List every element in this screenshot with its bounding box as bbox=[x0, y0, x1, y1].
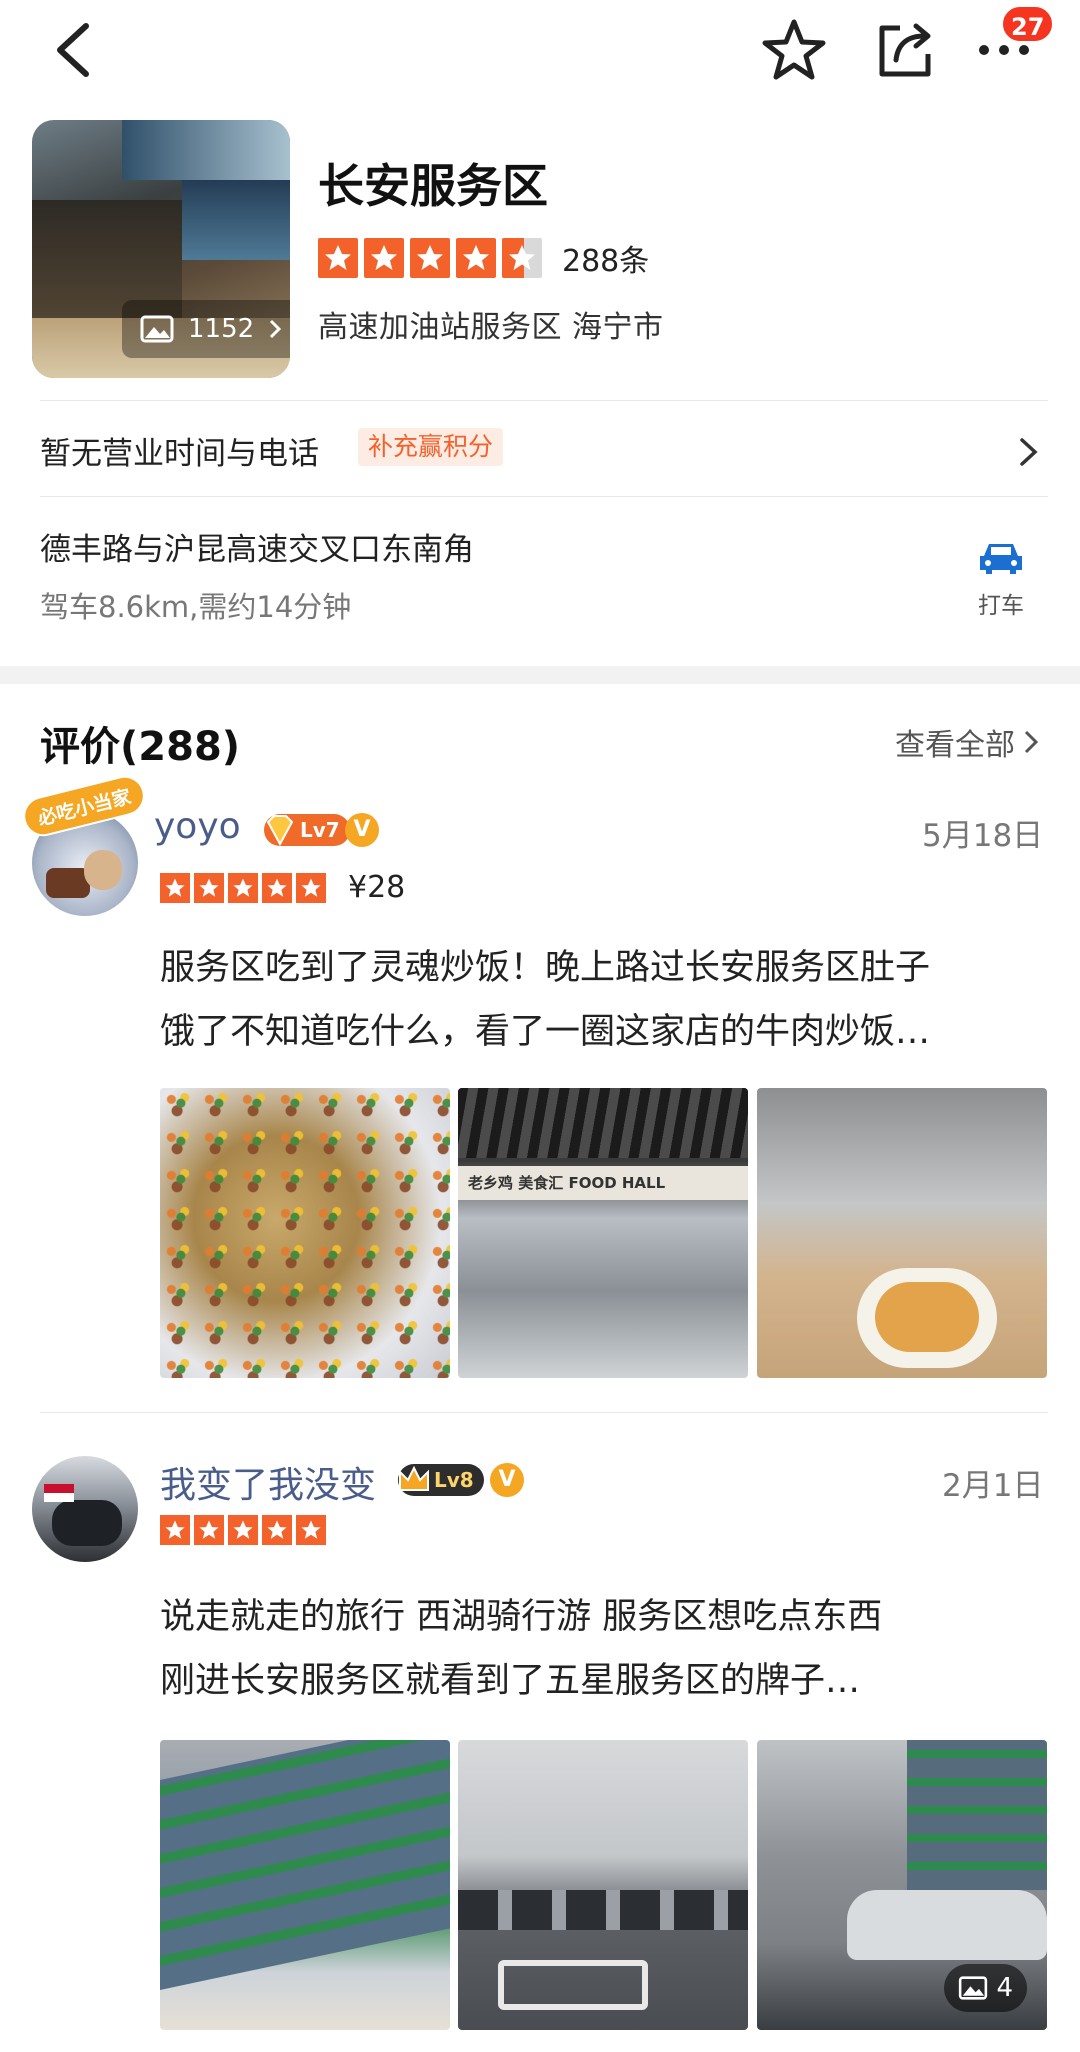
taxi-label: 打车 bbox=[978, 593, 1024, 619]
divider bbox=[40, 400, 1048, 401]
review-username[interactable]: yoyo bbox=[154, 806, 241, 847]
reviews-title: 评价(288) bbox=[40, 724, 241, 770]
back-icon[interactable] bbox=[48, 18, 108, 82]
review-photo[interactable] bbox=[757, 1088, 1047, 1378]
review-stars bbox=[160, 1515, 326, 1545]
image-count: 4 bbox=[944, 1964, 1027, 2012]
review-username[interactable]: 我变了我没变 bbox=[160, 1456, 376, 1508]
review-photo[interactable]: 4 bbox=[757, 1740, 1047, 2030]
review-date: 2月1日 bbox=[942, 1468, 1044, 1504]
view-all-label: 查看全部 bbox=[895, 728, 1015, 763]
rating-stars: 288条 bbox=[318, 236, 649, 280]
review-stars bbox=[160, 873, 326, 903]
star-icon[interactable] bbox=[760, 16, 828, 84]
chevron-right-icon bbox=[270, 319, 282, 339]
rating-star bbox=[410, 238, 450, 278]
address-text[interactable]: 德丰路与沪昆高速交叉口东南角 bbox=[40, 524, 474, 569]
review-date: 5月18日 bbox=[922, 818, 1044, 854]
verified-icon: V bbox=[490, 1463, 524, 1497]
level-label: Lv7 bbox=[300, 818, 340, 842]
cover-photo[interactable]: 1152 bbox=[32, 120, 290, 378]
level-badge: Lv8 bbox=[398, 1464, 484, 1496]
rating-star bbox=[456, 238, 496, 278]
distance-text: 驾车8.6km,需约14分钟 bbox=[40, 590, 352, 624]
bonus-tag[interactable]: 补充赢积分 bbox=[358, 428, 504, 466]
review-star bbox=[194, 873, 224, 903]
review-photo[interactable] bbox=[160, 1740, 450, 2030]
place-title: 长安服务区 bbox=[318, 159, 548, 213]
review-text[interactable]: 服务区吃到了灵魂炒饭！晚上路过长安服务区肚子 饿了不知道吃什么，看了一圈这家店的… bbox=[160, 936, 1050, 1064]
place-category: 高速加油站服务区 海宁市 bbox=[318, 310, 664, 345]
review-photo[interactable]: 老乡鸡 美食汇 FOOD HALL bbox=[458, 1088, 748, 1378]
review-star bbox=[262, 873, 292, 903]
divider bbox=[40, 496, 1048, 497]
review-star bbox=[160, 1515, 190, 1545]
image-icon bbox=[140, 315, 174, 343]
share-icon[interactable] bbox=[872, 18, 936, 82]
hours-phone-text[interactable]: 暂无营业时间与电话 bbox=[40, 428, 319, 473]
review-text-line: 说走就走的旅行 西湖骑行游 服务区想吃点东西 bbox=[160, 1597, 883, 1637]
review-text-line: 服务区吃到了灵魂炒饭！晚上路过长安服务区肚子 bbox=[160, 948, 931, 988]
review-star bbox=[296, 873, 326, 903]
review-photo[interactable] bbox=[458, 1740, 748, 2030]
top-bar: 27 bbox=[0, 0, 1080, 110]
chevron-right-icon[interactable] bbox=[1018, 436, 1040, 468]
view-all-link[interactable]: 查看全部 bbox=[895, 720, 1039, 764]
photo-sign-text: 老乡鸡 美食汇 FOOD HALL bbox=[458, 1166, 748, 1200]
verified-icon: V bbox=[345, 813, 379, 847]
rating-count[interactable]: 288条 bbox=[562, 236, 649, 280]
review-star bbox=[194, 1515, 224, 1545]
notification-badge: 27 bbox=[1000, 4, 1056, 44]
level-label: Lv8 bbox=[434, 1468, 474, 1492]
image-count-value: 4 bbox=[996, 1973, 1013, 2003]
section-gap bbox=[0, 666, 1080, 684]
rating-star bbox=[318, 238, 358, 278]
review-price: ¥28 bbox=[348, 870, 406, 905]
review-star bbox=[228, 873, 258, 903]
car-icon bbox=[980, 544, 1022, 574]
review-text-line: 刚进长安服务区就看到了五星服务区的牌子… bbox=[160, 1661, 861, 1701]
taxi-button[interactable]: 打车 bbox=[970, 538, 1032, 620]
photo-count[interactable]: 1152 bbox=[122, 300, 290, 358]
image-icon bbox=[959, 1976, 988, 2000]
review-text[interactable]: 说走就走的旅行 西湖骑行游 服务区想吃点东西 刚进长安服务区就看到了五星服务区的… bbox=[160, 1585, 1050, 1713]
level-badge: Lv7 bbox=[264, 814, 350, 847]
review-star bbox=[296, 1515, 326, 1545]
rating-star bbox=[364, 238, 404, 278]
rating-star-half bbox=[502, 238, 542, 278]
review-star bbox=[160, 873, 190, 903]
review-text-line: 饿了不知道吃什么，看了一圈这家店的牛肉炒饭… bbox=[160, 1012, 931, 1052]
chevron-right-icon bbox=[1024, 730, 1039, 754]
review-star bbox=[228, 1515, 258, 1545]
review-photo[interactable] bbox=[160, 1088, 450, 1378]
divider bbox=[40, 1412, 1048, 1413]
photo-count-value: 1152 bbox=[188, 314, 255, 344]
review-star bbox=[262, 1515, 292, 1545]
avatar[interactable] bbox=[32, 1456, 138, 1562]
crown-icon bbox=[399, 1465, 429, 1491]
gem-icon bbox=[266, 815, 294, 847]
